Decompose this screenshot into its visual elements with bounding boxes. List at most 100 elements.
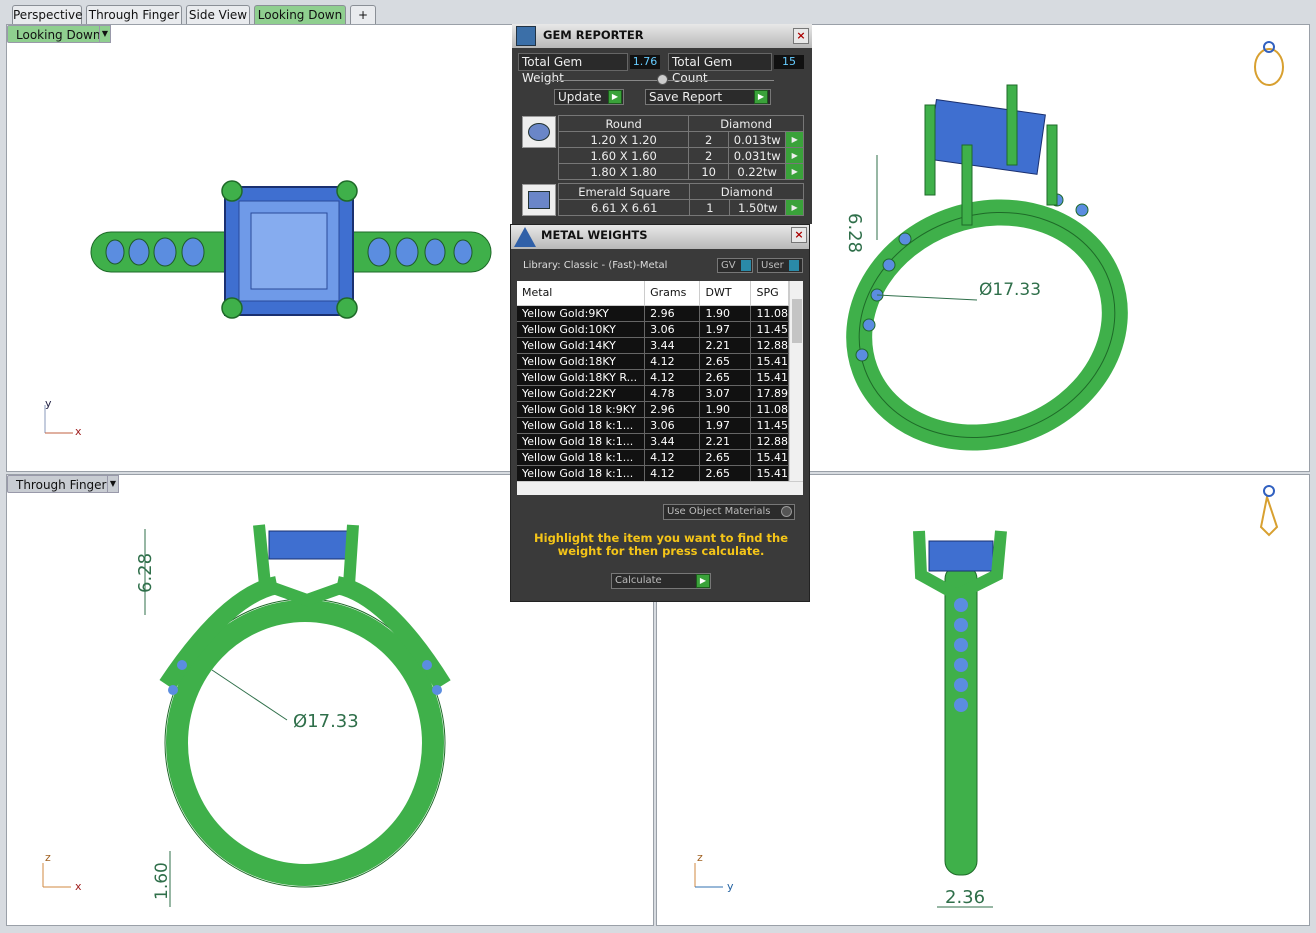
calculate-play-icon[interactable]: ▶ xyxy=(696,574,710,588)
plus-icon: + xyxy=(357,8,369,22)
gem-count: 2 xyxy=(688,147,730,164)
col-dwt[interactable]: DWT xyxy=(699,281,752,306)
gem-reporter-panel: GEM REPORTER × Total Gem Weight 1.76 Tot… xyxy=(512,24,812,224)
add-tab-button[interactable]: + xyxy=(350,5,376,24)
table-row[interactable]: Yellow Gold 18 k:1... 3.44 2.21 12.88 xyxy=(517,433,789,450)
dim-width-side: 2.36 xyxy=(945,887,985,908)
cell-dwt: 2.65 xyxy=(699,369,752,386)
cell-grams: 2.96 xyxy=(644,305,701,322)
close-icon[interactable]: × xyxy=(791,227,807,243)
close-icon[interactable]: × xyxy=(793,28,809,44)
scale-icon xyxy=(514,227,536,247)
cell-spg: 12.88 xyxy=(750,433,789,450)
gem-material: Diamond xyxy=(688,115,804,132)
cell-grams: 3.44 xyxy=(644,433,701,450)
table-row[interactable]: Yellow Gold:18KY 4.12 2.65 15.41 xyxy=(517,353,789,370)
save-report-play-icon[interactable]: ▶ xyxy=(754,90,768,104)
round-gem-table: Round Diamond 1.20 X 1.20 2 0.013tw ▶ 1.60 X… xyxy=(557,115,804,180)
gem-row[interactable]: 6.61 X 6.61 1 1.50tw ▶ xyxy=(557,199,804,216)
tab-through-finger[interactable]: Through Finger xyxy=(86,5,182,24)
gem-row[interactable]: 1.20 X 1.20 2 0.013tw ▶ xyxy=(557,131,804,148)
gem-weight: 1.50tw xyxy=(729,199,787,216)
cell-spg: 11.45 xyxy=(750,321,789,338)
update-play-icon[interactable]: ▶ xyxy=(608,90,622,104)
total-gem-weight-value: 1.76 xyxy=(630,55,660,69)
user-label: User xyxy=(761,260,784,271)
view-tab-bar: Perspective Through Finger Side View Loo… xyxy=(0,0,1316,24)
cell-dwt: 1.97 xyxy=(699,417,752,434)
tab-perspective[interactable]: Perspective xyxy=(12,5,83,24)
axis-x-label: x xyxy=(75,425,82,438)
dim-thickness-left: 1.60 xyxy=(152,862,172,900)
info-icon[interactable] xyxy=(741,260,751,271)
metal-weights-titlebar[interactable]: METAL WEIGHTS × xyxy=(511,225,809,249)
col-grams[interactable]: Grams xyxy=(644,281,701,306)
col-spg[interactable]: SPG xyxy=(750,281,789,306)
axis-z-label: z xyxy=(697,851,703,864)
axis-x-label: x xyxy=(75,880,82,893)
gem-reporter-title: GEM REPORTER xyxy=(543,28,644,42)
gem-row[interactable]: 1.80 X 1.80 10 0.22tw ▶ xyxy=(557,163,804,180)
emerald-square-gem-icon xyxy=(522,184,556,216)
cell-spg: 11.08 xyxy=(750,305,789,322)
tab-looking-down[interactable]: Looking Down xyxy=(254,5,346,24)
cell-spg: 15.41 xyxy=(750,449,789,466)
cell-metal: Yellow Gold 18 k:1... xyxy=(517,433,646,450)
cell-spg: 15.41 xyxy=(750,465,789,482)
axis-y-label: y xyxy=(45,397,52,410)
cell-dwt: 1.97 xyxy=(699,321,752,338)
gem-count: 2 xyxy=(688,131,730,148)
cell-dwt: 2.65 xyxy=(699,465,752,482)
table-row[interactable]: Yellow Gold 18 k:1... 4.12 2.65 15.41 xyxy=(517,465,789,482)
dim-diameter-left: Ø17.33 xyxy=(293,711,359,732)
cell-metal: Yellow Gold:18KY R... xyxy=(517,369,646,386)
tab-label: Side View xyxy=(188,8,248,22)
cell-dwt: 2.65 xyxy=(699,449,752,466)
gem-material: Diamond xyxy=(689,183,804,200)
splitter-handle[interactable] xyxy=(657,74,668,85)
row-play-icon[interactable]: ▶ xyxy=(785,199,804,216)
horizontal-scrollbar[interactable] xyxy=(517,481,803,495)
round-gem-icon xyxy=(522,116,556,148)
table-row[interactable]: Yellow Gold 18 k:1... 3.06 1.97 11.45 xyxy=(517,417,789,434)
vertical-scrollbar[interactable] xyxy=(789,281,803,481)
cell-spg: 11.08 xyxy=(750,401,789,418)
table-row[interactable]: Yellow Gold:10KY 3.06 1.97 11.45 xyxy=(517,321,789,338)
cell-spg: 11.45 xyxy=(750,417,789,434)
cell-spg: 17.89 xyxy=(750,385,789,402)
col-metal[interactable]: Metal xyxy=(517,281,646,306)
table-row[interactable]: Yellow Gold:9KY 2.96 1.90 11.08 xyxy=(517,305,789,322)
scrollbar-thumb[interactable] xyxy=(792,299,802,343)
gem-count: 10 xyxy=(688,163,730,180)
tab-side-view[interactable]: Side View xyxy=(186,5,250,24)
toggle-indicator-icon[interactable] xyxy=(781,506,792,517)
cell-spg: 15.41 xyxy=(750,369,789,386)
cell-spg: 15.41 xyxy=(750,353,789,370)
gem-size: 1.20 X 1.20 xyxy=(557,131,690,148)
row-play-icon[interactable]: ▶ xyxy=(785,163,804,180)
row-play-icon[interactable]: ▶ xyxy=(785,131,804,148)
table-row[interactable]: Yellow Gold:22KY 4.78 3.07 17.89 xyxy=(517,385,789,402)
gem-count: 1 xyxy=(689,199,731,216)
table-row[interactable]: Yellow Gold 18 k:9KY 2.96 1.90 11.08 xyxy=(517,401,789,418)
row-play-icon[interactable]: ▶ xyxy=(785,147,804,164)
cell-metal: Yellow Gold:22KY xyxy=(517,385,646,402)
gem-shape: Emerald Square xyxy=(557,183,691,200)
cell-grams: 2.96 xyxy=(644,401,701,418)
table-row[interactable]: Yellow Gold 18 k:1... 4.12 2.65 15.41 xyxy=(517,449,789,466)
calculate-label: Calculate xyxy=(615,575,662,586)
total-gem-count-label: Total Gem Count xyxy=(668,53,772,85)
gem-row[interactable]: 1.60 X 1.60 2 0.031tw ▶ xyxy=(557,147,804,164)
cell-metal: Yellow Gold 18 k:9KY xyxy=(517,401,646,418)
cell-dwt: 2.21 xyxy=(699,337,752,354)
cell-metal: Yellow Gold 18 k:1... xyxy=(517,465,646,482)
use-object-materials-toggle[interactable]: Use Object Materials xyxy=(663,504,795,520)
table-row[interactable]: Yellow Gold:18KY R... 4.12 2.65 15.41 xyxy=(517,369,789,386)
save-report-label: Save Report xyxy=(649,90,723,104)
dim-diameter-right: Ø17.33 xyxy=(979,280,1041,300)
gem-reporter-titlebar[interactable]: GEM REPORTER × xyxy=(512,24,812,48)
save-report-button[interactable]: Save Report xyxy=(645,89,771,105)
info-icon[interactable] xyxy=(789,260,799,271)
tab-label: Through Finger xyxy=(88,8,180,22)
table-row[interactable]: Yellow Gold:14KY 3.44 2.21 12.88 xyxy=(517,337,789,354)
